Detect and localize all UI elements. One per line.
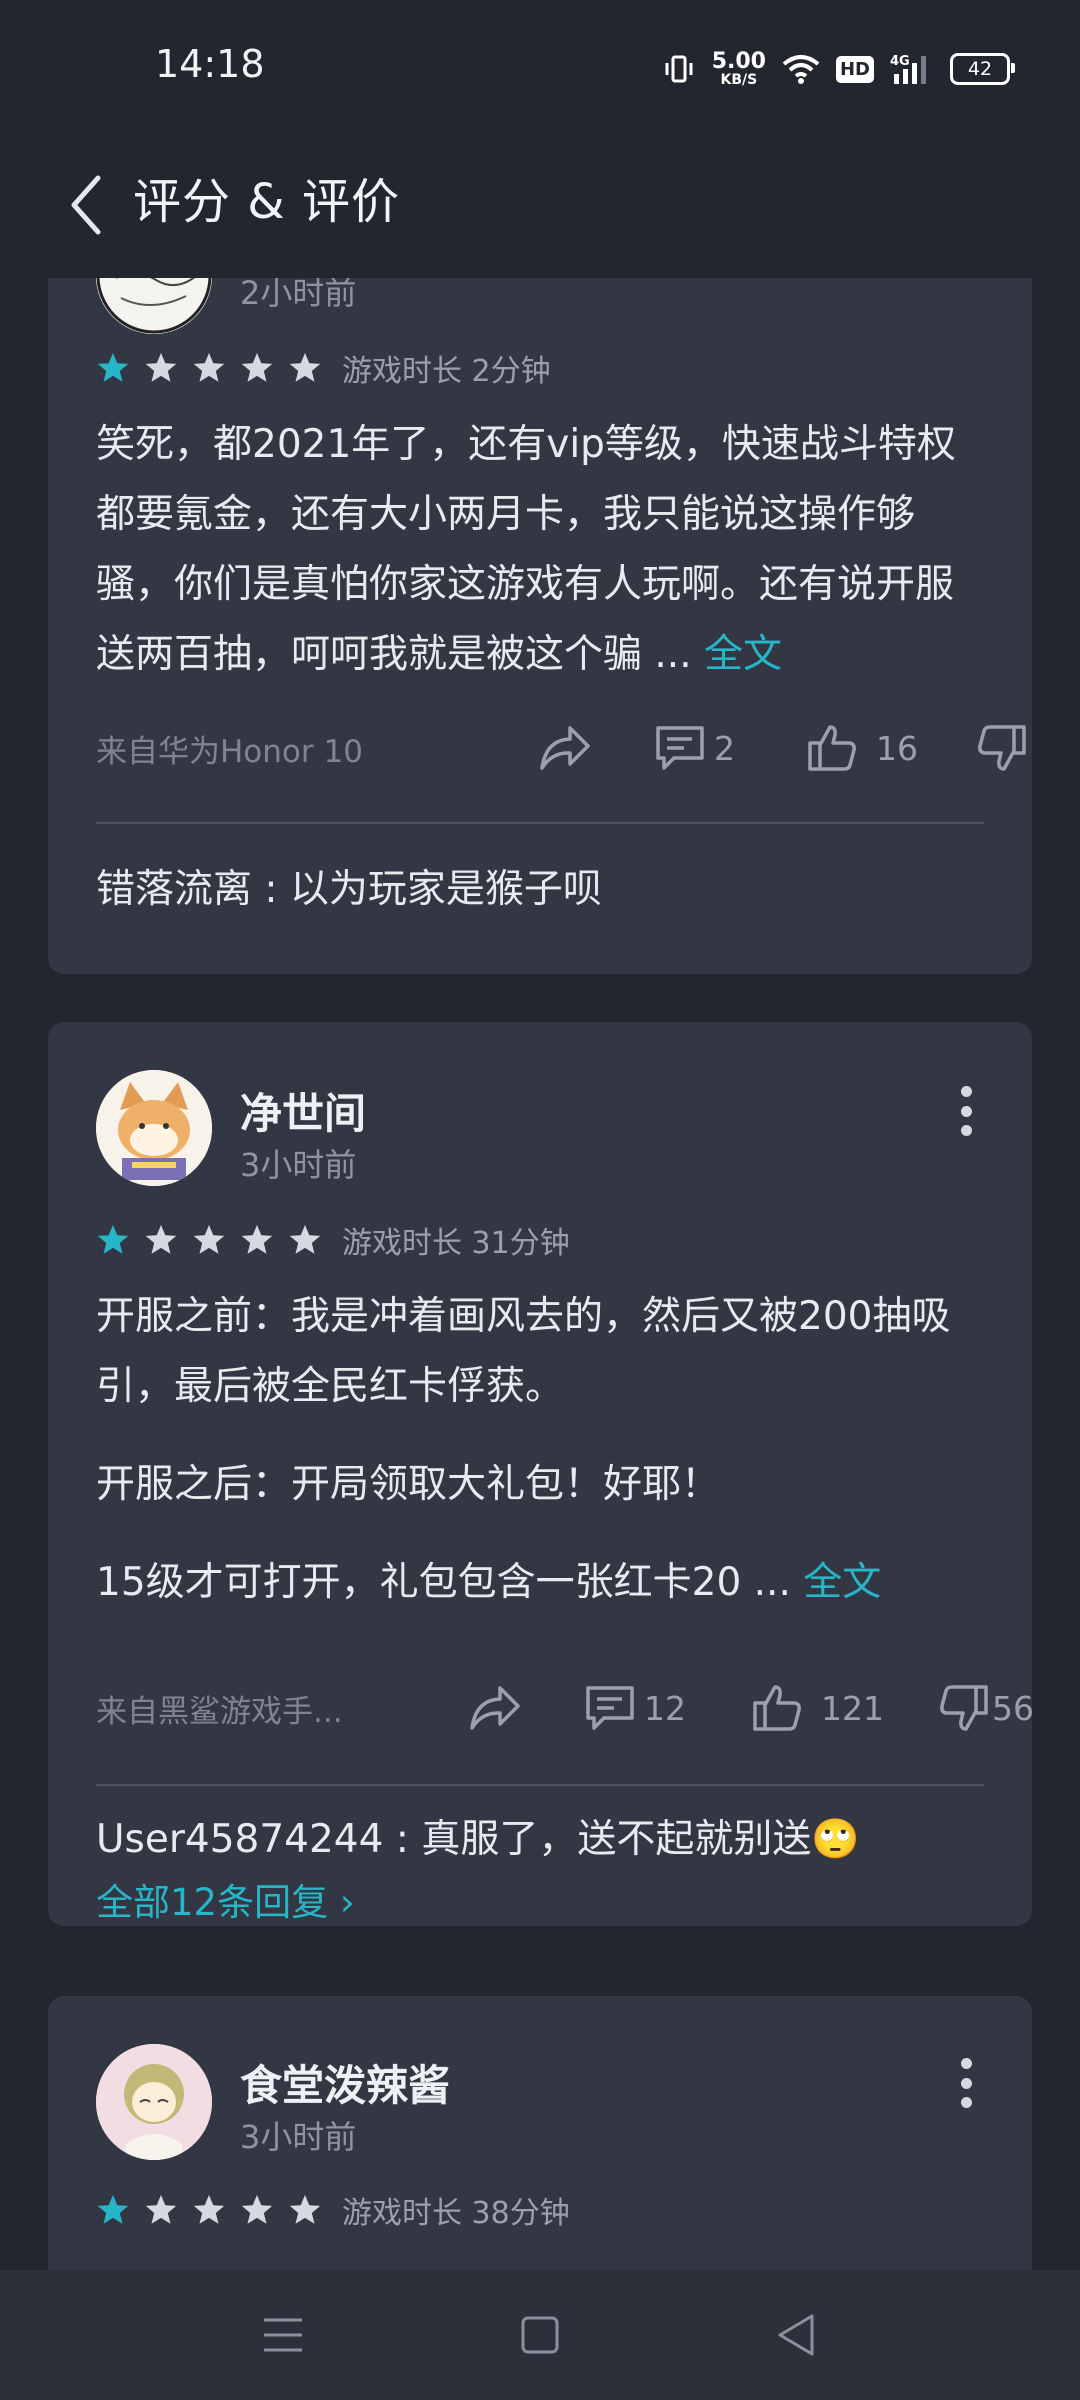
star-filled-icon	[97, 353, 129, 382]
dislike-count: 56	[992, 1688, 1034, 1728]
reply-preview[interactable]: 错落流离 : 以为玩家是猴子呗	[96, 858, 986, 914]
share-button[interactable]	[468, 1684, 522, 1732]
review-meta: 来自黑鲨游戏手... 12 121 56	[96, 1678, 1034, 1738]
comment-icon	[586, 1686, 634, 1730]
star-rating	[96, 351, 336, 385]
device-source: 来自黑鲨游戏手...	[96, 1693, 343, 1730]
review-paragraph: 15级才可打开，礼包包含一张红卡20 ... 全文	[96, 1560, 882, 1605]
like-count: 16	[876, 728, 918, 768]
vibrate-icon	[665, 55, 693, 83]
app-header: 评分 & 评价	[0, 130, 1080, 278]
comment-count: 12	[644, 1688, 686, 1728]
rating-row: 游戏时长 31分钟	[96, 1220, 570, 1261]
thumbs-up-icon	[753, 1685, 801, 1731]
full-text-link[interactable]: 全文	[704, 632, 782, 677]
navigation-bar	[0, 2270, 1080, 2400]
star-filled-icon	[97, 2195, 129, 2224]
comment-button[interactable]: 12	[584, 1684, 686, 1732]
divider	[96, 822, 984, 824]
review-time: 2小时前	[240, 278, 357, 312]
star-empty-icon	[241, 2195, 273, 2224]
star-empty-icon	[193, 353, 225, 382]
rating-row: 游戏时长 38分钟	[96, 2190, 570, 2231]
star-filled-icon	[97, 1225, 129, 1254]
all-replies-link[interactable]: 全部12条回复 ›	[96, 1872, 355, 1926]
review-meta: 来自华为Honor 10 2 16	[96, 718, 1026, 778]
star-empty-icon	[145, 1225, 177, 1254]
like-count: 121	[821, 1688, 884, 1728]
network-type-label: 4G	[890, 54, 910, 69]
username[interactable]: 净世间	[240, 1080, 366, 1141]
review-paragraph: 开服之前：我是冲着画风去的，然后又被200抽吸引，最后被全民红卡俘获。	[96, 1294, 951, 1409]
avatar[interactable]	[96, 2044, 212, 2160]
more-options-icon[interactable]	[956, 1086, 976, 1136]
review-time: 3小时前	[240, 1146, 357, 1184]
review-card: 食堂泼辣酱 3小时前 游戏时长 38分钟	[48, 1996, 1032, 2270]
dislike-button[interactable]	[976, 723, 1028, 773]
comment-button[interactable]: 2	[654, 724, 735, 772]
thumbs-down-icon	[940, 1685, 988, 1731]
star-empty-icon	[145, 353, 177, 382]
page-title: 评分 & 评价	[133, 174, 400, 230]
star-empty-icon	[241, 353, 273, 382]
star-rating	[96, 2193, 336, 2227]
back-triangle-icon[interactable]	[770, 2308, 824, 2362]
share-icon	[540, 726, 590, 770]
star-empty-icon	[193, 2195, 225, 2224]
share-icon	[470, 1686, 520, 1730]
like-button[interactable]: 16	[806, 723, 918, 773]
review-time: 3小时前	[240, 2118, 357, 2156]
more-options-icon[interactable]	[956, 2058, 976, 2108]
comment-count: 2	[714, 728, 735, 768]
avatar[interactable]	[96, 1070, 212, 1186]
review-card: 2小时前 游戏时长 2分钟 笑死，都2021年了，还有vip等级，快速战斗特权都…	[48, 278, 1032, 974]
network-speed: 5.00 KB/S	[711, 49, 766, 88]
avatar[interactable]	[96, 278, 212, 334]
review-card: 净世间 3小时前 游戏时长 31分钟 开服之前：我是冲着画风去的，然后又被200…	[48, 1022, 1034, 1926]
status-time: 14:18	[155, 42, 265, 86]
chevron-left-icon[interactable]	[62, 170, 112, 240]
battery-icon: 42	[950, 53, 1015, 85]
reply-preview[interactable]: User45874244 : 真服了，送不起就别送🙄	[96, 1808, 986, 1864]
like-button[interactable]: 121	[751, 1683, 884, 1733]
star-empty-icon	[193, 1225, 225, 1254]
home-icon[interactable]	[513, 2308, 567, 2362]
menu-icon[interactable]	[256, 2308, 310, 2362]
thumbs-down-icon	[978, 725, 1026, 771]
star-rating	[96, 1223, 336, 1257]
playtime: 游戏时长 2分钟	[342, 354, 551, 389]
star-empty-icon	[289, 2195, 321, 2224]
rating-row: 游戏时长 2分钟	[96, 348, 551, 389]
share-button[interactable]	[538, 724, 592, 772]
star-empty-icon	[241, 1225, 273, 1254]
status-bar: 14:18 5.00 KB/S HD 4G 42	[0, 0, 1080, 130]
hd-badge: HD	[835, 55, 874, 83]
playtime: 游戏时长 31分钟	[342, 1226, 570, 1261]
playtime: 游戏时长 38分钟	[342, 2196, 570, 2231]
review-text[interactable]: 开服之前：我是冲着画风去的，然后又被200抽吸引，最后被全民红卡俘获。 开服之后…	[96, 1282, 986, 1618]
reviews-list[interactable]: 2小时前 游戏时长 2分钟 笑死，都2021年了，还有vip等级，快速战斗特权都…	[0, 278, 1080, 2270]
comment-icon	[656, 726, 704, 770]
thumbs-up-icon	[808, 725, 856, 771]
review-paragraph: 开服之后：开局领取大礼包！好耶！	[96, 1462, 721, 1507]
username[interactable]: 食堂泼辣酱	[240, 2052, 450, 2113]
signal-icon: 4G	[890, 54, 926, 84]
star-empty-icon	[289, 1225, 321, 1254]
review-text[interactable]: 笑死，都2021年了，还有vip等级，快速战斗特权都要氪金，还有大小两月卡，我只…	[96, 410, 986, 690]
star-empty-icon	[145, 2195, 177, 2224]
wifi-icon	[782, 55, 820, 84]
status-icons: 5.00 KB/S HD 4G 42	[662, 44, 1015, 94]
dislike-button[interactable]: 56	[938, 1683, 1034, 1733]
divider	[96, 1784, 984, 1786]
star-empty-icon	[289, 353, 321, 382]
full-text-link[interactable]: 全文	[803, 1560, 881, 1605]
device-source: 来自华为Honor 10	[96, 733, 363, 770]
